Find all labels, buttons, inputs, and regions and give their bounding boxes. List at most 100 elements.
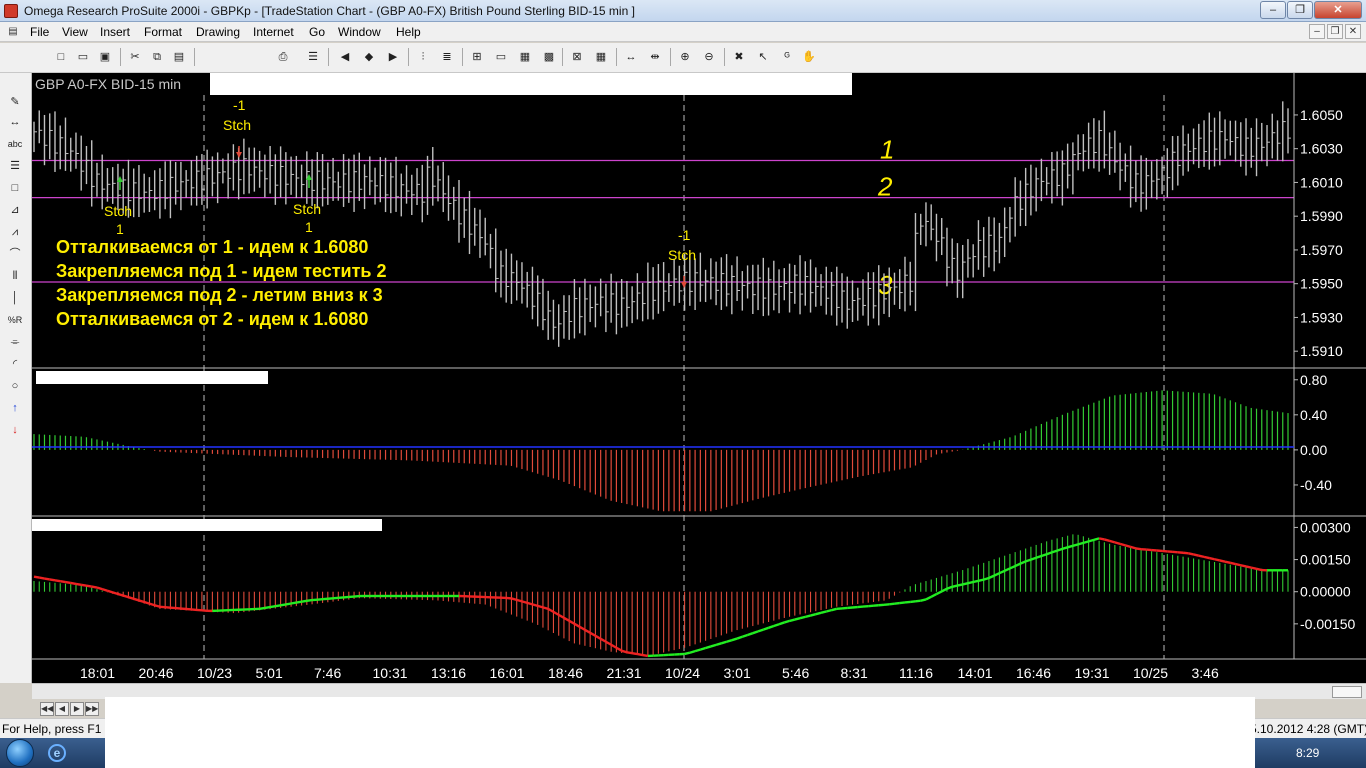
osc2-line-segment xyxy=(149,602,156,607)
price-chart[interactable]: 123 1.60501.60301.60101.59901.59701.5950… xyxy=(32,73,1366,683)
scroll-next-button[interactable]: ▶ xyxy=(70,702,84,716)
tools-icon[interactable]: ✖ xyxy=(730,48,748,66)
arc-icon[interactable]: ⌒ xyxy=(5,245,25,263)
scroll-thumb[interactable] xyxy=(1332,686,1362,698)
osc2-line-segment xyxy=(1098,537,1105,541)
arrow-right-icon[interactable]: ▶ xyxy=(384,48,402,66)
zoom-in-icon[interactable]: ⊕ xyxy=(676,48,694,66)
close-button[interactable]: ✕ xyxy=(1314,1,1362,19)
window-icon[interactable]: ▭ xyxy=(492,48,510,66)
start-button[interactable] xyxy=(6,739,34,767)
grid2-icon[interactable]: ⊠ xyxy=(568,48,586,66)
horizontal-line-icon[interactable]: ↔ xyxy=(5,113,25,131)
toolbar-separator xyxy=(328,48,329,66)
menu-help[interactable]: Help xyxy=(396,25,421,39)
copy-icon[interactable]: ⧉ xyxy=(148,48,166,66)
menu-file[interactable]: File xyxy=(30,25,49,39)
circle-icon[interactable]: ○ xyxy=(5,377,25,395)
osc2-line-segment xyxy=(1224,560,1231,565)
new-icon[interactable]: □ xyxy=(52,48,70,66)
andrews-icon[interactable]: ⌯ xyxy=(5,333,25,351)
stack-icon[interactable]: ≣ xyxy=(438,48,456,66)
percent-r-icon[interactable]: %R xyxy=(5,311,25,329)
osc2-line-segment xyxy=(700,646,706,651)
table2-icon[interactable]: ▦ xyxy=(592,48,610,66)
osc2-line-segment xyxy=(122,594,129,599)
status-datetime: 5.10.2012 4:28 (GMT) xyxy=(1250,722,1366,736)
menu-insert[interactable]: Insert xyxy=(100,25,130,39)
arrow-down-icon[interactable]: ↓ xyxy=(5,421,25,439)
mdi-close-button[interactable]: ✕ xyxy=(1345,24,1361,39)
maximize-button[interactable]: ❐ xyxy=(1287,1,1313,19)
save-icon[interactable]: ▣ xyxy=(96,48,114,66)
arrow-up-icon[interactable]: ↑ xyxy=(5,399,25,417)
arc2-icon[interactable]: ◜ xyxy=(5,355,25,373)
text-abc-icon[interactable]: abc xyxy=(5,135,25,153)
open-icon[interactable]: ▭ xyxy=(74,48,92,66)
osc2-line-segment xyxy=(1125,544,1131,549)
scroll-last-button[interactable]: ▶▶ xyxy=(85,702,99,716)
signal-label: Stch xyxy=(668,247,696,263)
vertical-line-icon[interactable]: │ xyxy=(5,289,25,307)
signal-label: Stch xyxy=(293,201,321,217)
pan-icon[interactable]: ✋ xyxy=(800,48,818,66)
osc2-line-segment xyxy=(1062,546,1068,550)
osc2-line-segment xyxy=(778,621,785,626)
menu-go[interactable]: Go xyxy=(309,25,325,39)
menu-view[interactable]: View xyxy=(62,25,88,39)
arrow-both-icon[interactable]: ◆ xyxy=(360,48,378,66)
time-axis-tick: 3:46 xyxy=(1192,665,1219,681)
osc2-line-segment xyxy=(39,576,45,580)
grid-icon[interactable]: ⊞ xyxy=(468,48,486,66)
osc2-line-segment xyxy=(1051,549,1058,554)
osc2-axis-tick: 0.00150 xyxy=(1300,552,1351,568)
fib-icon[interactable]: ⊿ xyxy=(5,201,25,219)
cut-icon[interactable]: ✂ xyxy=(126,48,144,66)
pencil-icon[interactable]: ✎ xyxy=(5,93,25,111)
list-icon[interactable]: ▦ xyxy=(516,48,534,66)
document-icon[interactable]: ▤ xyxy=(6,25,20,39)
minimize-button[interactable]: ‒ xyxy=(1260,1,1286,19)
lines-icon[interactable]: ☰ xyxy=(5,157,25,175)
time-axis-tick: 16:01 xyxy=(490,665,525,681)
mdi-minimize-button[interactable]: ‒ xyxy=(1309,24,1325,39)
osc2-line-segment xyxy=(296,600,302,604)
scroll-first-button[interactable]: ◀◀ xyxy=(40,702,54,716)
paste-icon[interactable]: ▤ xyxy=(170,48,188,66)
osc2-line-segment xyxy=(642,653,649,658)
pointer-icon[interactable]: ↖ xyxy=(754,48,772,66)
trading-note: Закрепляемся под 1 - идем тестить 2 xyxy=(56,261,387,281)
osc2-line-segment xyxy=(978,578,984,582)
arrow-left-icon[interactable]: ◀ xyxy=(336,48,354,66)
menu-drawing[interactable]: Drawing xyxy=(196,25,240,39)
cursor-g-icon[interactable]: ᴳ xyxy=(778,48,796,66)
time-axis-tick: 10/24 xyxy=(665,665,700,681)
osc2-line-segment xyxy=(710,643,717,648)
menu-format[interactable]: Format xyxy=(144,25,182,39)
table-icon[interactable]: ▩ xyxy=(540,48,558,66)
time-axis-tick: 13:16 xyxy=(431,665,466,681)
zoom-out-icon[interactable]: ⊖ xyxy=(700,48,718,66)
osc2-line-segment xyxy=(1209,556,1215,561)
osc2-line-segment xyxy=(741,633,748,638)
menu-internet[interactable]: Internet xyxy=(253,25,294,39)
menu-window[interactable]: Window xyxy=(338,25,381,39)
expand-icon[interactable]: ↔ xyxy=(622,48,640,66)
mdi-restore-button[interactable]: ❐ xyxy=(1327,24,1343,39)
scroll-prev-button[interactable]: ◀ xyxy=(55,702,69,716)
osc1-axis-tick: 0.40 xyxy=(1300,407,1327,423)
trend-icon[interactable]: ⩘ xyxy=(5,223,25,241)
print-icon[interactable]: ⎙ xyxy=(274,48,292,66)
osc2-line-segment xyxy=(290,601,297,605)
osc2-line-segment xyxy=(301,599,308,603)
internet-explorer-icon[interactable]: e xyxy=(48,744,66,762)
rectangle-icon[interactable]: □ xyxy=(5,179,25,197)
app-icon[interactable] xyxy=(4,4,18,18)
bar-chart-icon[interactable]: ⫶ xyxy=(414,48,432,66)
compress-icon[interactable]: ⇹ xyxy=(646,48,664,66)
title-bar: Omega Research ProSuite 2000i - GBPKp - … xyxy=(0,0,1366,22)
speed-lines-icon[interactable]: ⦀ xyxy=(5,267,25,285)
properties-icon[interactable]: ☰ xyxy=(304,48,322,66)
osc1-axis-tick: -0.40 xyxy=(1300,477,1332,493)
signal-label: Stch xyxy=(104,203,132,219)
